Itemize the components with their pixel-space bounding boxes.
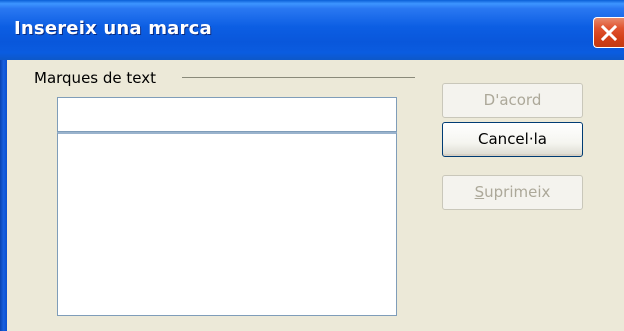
window-title: Insereix una marca [14,18,212,39]
bookmark-list[interactable] [57,132,397,316]
insert-bookmark-dialog: Insereix una marca Marques de text D'aco… [0,0,624,331]
close-icon [600,24,618,42]
cancel-button[interactable]: Cancel·la [442,122,583,157]
close-button[interactable] [593,17,624,48]
ok-button[interactable]: D'acord [442,83,583,118]
window-frame-left [0,60,7,331]
delete-button[interactable]: Suprimeix [442,175,583,210]
bookmarks-group-label: Marques de text [34,69,156,87]
title-bar[interactable]: Insereix una marca [0,0,624,60]
bookmark-name-input[interactable] [57,97,397,132]
group-divider [182,77,415,78]
